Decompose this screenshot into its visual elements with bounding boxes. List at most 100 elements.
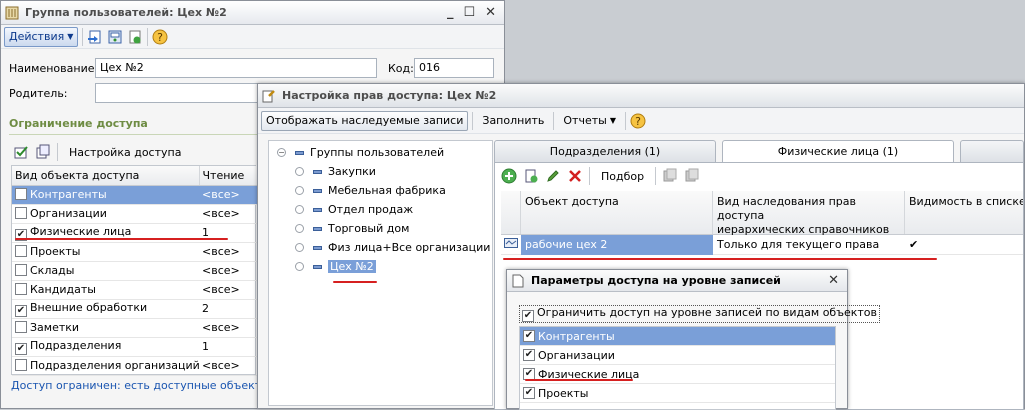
- list-item[interactable]: ✔ Контрагенты: [520, 327, 835, 346]
- close-icon[interactable]: ✕: [485, 5, 496, 20]
- group-icon: [313, 245, 322, 250]
- list-item[interactable]: ✔ Организации: [520, 346, 835, 365]
- fill-button[interactable]: Заполнить: [477, 111, 549, 131]
- read-value-cell[interactable]: 2: [199, 299, 257, 319]
- copy-icon[interactable]: [523, 168, 539, 184]
- object-type-cell[interactable]: Организации: [12, 204, 199, 224]
- checkbox[interactable]: [15, 188, 27, 200]
- read-value-cell[interactable]: <все>: [199, 185, 257, 205]
- refresh-icon[interactable]: [127, 29, 143, 45]
- col-inheritance[interactable]: Вид наследования прав доступа иерархичес…: [713, 191, 905, 236]
- save-close-icon[interactable]: [87, 29, 103, 45]
- minimize-icon[interactable]: _: [447, 5, 454, 20]
- object-type-cell[interactable]: Контрагенты: [12, 185, 199, 205]
- col-access-object[interactable]: Объект доступа: [521, 191, 713, 234]
- name-label: Наименование:: [9, 62, 99, 75]
- read-value-cell[interactable]: <все>: [199, 242, 257, 262]
- write-icon[interactable]: [107, 29, 123, 45]
- table-row[interactable]: ✔ Внешние обработки 2: [12, 299, 257, 319]
- table-row[interactable]: Подразделения организаций <все>: [12, 356, 257, 376]
- object-type-cell[interactable]: ✔ Подразделения: [12, 337, 199, 357]
- check-all-icon[interactable]: [13, 144, 29, 160]
- copy-icon[interactable]: [35, 144, 51, 160]
- tree-item[interactable]: Цех №2: [269, 257, 492, 276]
- checkbox[interactable]: ✔: [15, 342, 27, 355]
- tree-item[interactable]: Закупки: [269, 162, 492, 181]
- reports-menu-button[interactable]: Отчеты ▼: [558, 111, 621, 131]
- move-up-icon[interactable]: [662, 168, 678, 184]
- row-inheritance[interactable]: Только для текущего права: [713, 235, 905, 254]
- row-access-object[interactable]: рабочие цех 2: [521, 234, 713, 255]
- table-row[interactable]: Кандидаты <все>: [12, 280, 257, 300]
- code-label: Код:: [388, 62, 414, 75]
- checkbox[interactable]: [15, 321, 27, 333]
- tree-item[interactable]: Торговый дом: [269, 219, 492, 238]
- list-item[interactable]: ✔ Проекты: [520, 384, 835, 403]
- col-object-type[interactable]: Вид объекта доступа: [12, 166, 200, 186]
- tree-item-label: Физ лица+Все организации: [328, 241, 491, 254]
- checkbox[interactable]: [15, 283, 27, 295]
- checkbox[interactable]: ✔: [523, 349, 535, 361]
- object-type-cell[interactable]: Склады: [12, 261, 199, 281]
- checkbox[interactable]: [15, 359, 27, 371]
- object-type-label: Кандидаты: [30, 283, 96, 296]
- tab-departments[interactable]: Подразделения (1): [494, 140, 716, 162]
- list-item[interactable]: ✔ Физические лица: [520, 365, 835, 384]
- code-field[interactable]: 016: [414, 58, 494, 78]
- checkbox[interactable]: ✔: [523, 330, 535, 342]
- object-type-cell[interactable]: ✔ Внешние обработки: [12, 299, 199, 319]
- group-icon: [313, 207, 322, 212]
- close-icon[interactable]: ✕: [828, 273, 839, 288]
- restrict-by-type-checkbox[interactable]: ✔ Ограничить доступ на уровне записей по …: [519, 305, 881, 323]
- access-setup-button[interactable]: Настройка доступа: [64, 142, 186, 162]
- read-value-cell[interactable]: 1: [199, 337, 257, 357]
- collapse-icon[interactable]: −: [277, 148, 286, 157]
- show-inherited-button[interactable]: Отображать наследуемые записи: [261, 110, 469, 131]
- object-type-cell[interactable]: Заметки: [12, 318, 199, 338]
- table-row[interactable]: рабочие цех 2 Только для текущего права …: [501, 234, 1023, 255]
- restrict-label: Ограничить доступ на уровне записей по в…: [537, 306, 878, 319]
- pick-button[interactable]: Подбор: [596, 166, 649, 186]
- name-field[interactable]: Цех №2: [95, 58, 377, 78]
- col-read[interactable]: Чтение: [199, 166, 258, 186]
- record-icon: [504, 238, 518, 251]
- checkbox[interactable]: ✔: [523, 387, 535, 399]
- read-value-cell[interactable]: <все>: [199, 261, 257, 281]
- checkbox[interactable]: [15, 207, 27, 219]
- tree-item[interactable]: Мебельная фабрика: [269, 181, 492, 200]
- tree-item[interactable]: Отдел продаж: [269, 200, 492, 219]
- move-down-icon[interactable]: [684, 168, 700, 184]
- help-icon[interactable]: ?: [152, 29, 168, 45]
- add-icon[interactable]: [501, 168, 517, 184]
- table-row[interactable]: Склады <все>: [12, 261, 257, 281]
- tab-individuals[interactable]: Физические лица (1): [722, 140, 954, 163]
- col-visibility[interactable]: Видимость в списке: [905, 191, 1023, 234]
- maximize-icon[interactable]: ☐: [463, 5, 475, 20]
- checkbox[interactable]: [15, 264, 27, 276]
- tab-toolbar: Подбор: [495, 163, 1023, 189]
- tree-node-icon: [295, 224, 304, 233]
- checkbox[interactable]: [15, 245, 27, 257]
- tree-item[interactable]: − Группы пользователей: [269, 143, 492, 162]
- delete-icon[interactable]: [567, 168, 583, 184]
- checkbox[interactable]: ✔: [15, 304, 27, 317]
- table-row[interactable]: Контрагенты <все>: [12, 185, 257, 205]
- tree-item[interactable]: Физ лица+Все организации: [269, 238, 492, 257]
- row-visibility-check[interactable]: ✔: [905, 235, 1023, 254]
- read-value-cell[interactable]: <все>: [199, 204, 257, 224]
- table-row[interactable]: ✔ Подразделения 1: [12, 337, 257, 357]
- object-type-cell[interactable]: Кандидаты: [12, 280, 199, 300]
- table-row[interactable]: Проекты <все>: [12, 242, 257, 262]
- object-type-cell[interactable]: Проекты: [12, 242, 199, 262]
- help-icon[interactable]: ?: [630, 113, 646, 129]
- actions-menu-button[interactable]: Действия ▼: [4, 26, 79, 47]
- table-row[interactable]: Организации <все>: [12, 204, 257, 224]
- read-value-cell[interactable]: <все>: [199, 356, 257, 376]
- table-row[interactable]: Заметки <все>: [12, 318, 257, 338]
- tab-more[interactable]: [960, 140, 1024, 162]
- read-value-cell[interactable]: <все>: [199, 280, 257, 300]
- svg-text:?: ?: [157, 31, 163, 44]
- edit-icon[interactable]: [545, 168, 561, 184]
- read-value-cell[interactable]: <все>: [199, 318, 257, 338]
- object-type-cell[interactable]: Подразделения организаций: [12, 356, 199, 376]
